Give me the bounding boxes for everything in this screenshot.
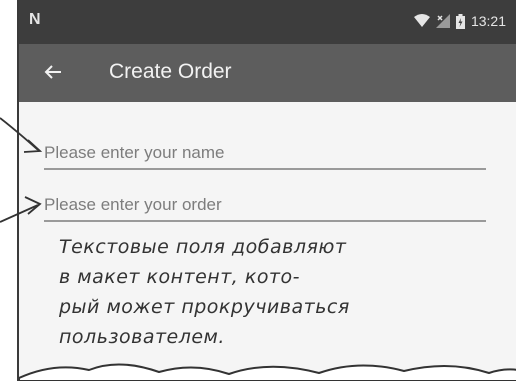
signal-icon xyxy=(435,14,450,28)
name-field[interactable] xyxy=(44,138,486,170)
status-indicators: 13:21 xyxy=(413,13,506,29)
annotation-line: Текстовые поля добавляют xyxy=(59,236,347,258)
status-time: 13:21 xyxy=(470,13,506,29)
torn-edge xyxy=(19,363,516,381)
status-bar: N 13:21 xyxy=(19,0,516,44)
order-field[interactable] xyxy=(44,190,486,222)
pointer-arrows xyxy=(0,117,43,223)
annotation-line: в макет контент, кото- xyxy=(59,266,300,288)
page-title: Create Order xyxy=(109,60,232,83)
battery-icon xyxy=(455,13,465,29)
annotation-line: рый может прокручиваться xyxy=(59,296,350,318)
wifi-icon xyxy=(413,14,430,27)
app-bar: Create Order xyxy=(19,44,516,102)
phone-screen: N 13:21 Create Order Текстовые поля доба… xyxy=(17,0,516,381)
annotation-note: Текстовые поля добавляют в макет контент… xyxy=(59,232,479,352)
